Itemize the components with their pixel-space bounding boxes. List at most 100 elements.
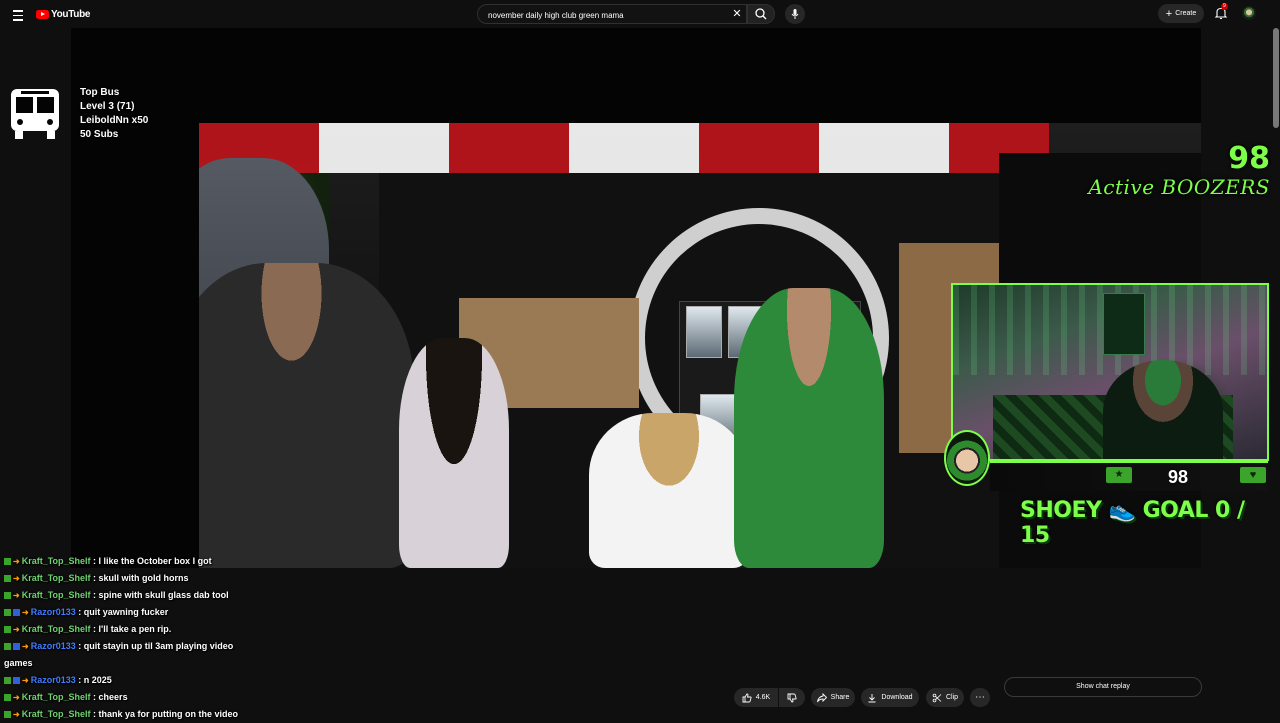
chat-text: skull with gold horns bbox=[98, 573, 189, 583]
webcam-counter-bar: ★ 98 ♥ bbox=[990, 461, 1268, 491]
streamer bbox=[1103, 360, 1223, 459]
top-bus-overlay: Top Bus Level 3 (71) LeiboldNn x50 50 Su… bbox=[7, 84, 182, 144]
chat-text: quit yawning fucker bbox=[83, 607, 169, 617]
kick-badge-icon bbox=[4, 575, 11, 582]
chat-text: spine with skull glass dab tool bbox=[98, 590, 229, 600]
clip-button[interactable]: Clip bbox=[926, 688, 964, 707]
download-button[interactable]: Download bbox=[861, 688, 919, 707]
chat-username: Kraft_Top_Shelf bbox=[21, 692, 91, 702]
like-button[interactable]: 4.6K bbox=[734, 688, 778, 707]
person-girl bbox=[399, 338, 509, 568]
chat-message: ➜ Kraft_Top_Shelf : spine with skull glas… bbox=[0, 587, 262, 604]
chat-username: Kraft_Top_Shelf bbox=[21, 624, 91, 634]
chat-username: Razor0133 bbox=[30, 641, 76, 651]
scissors-icon bbox=[932, 693, 942, 702]
download-label: Download bbox=[881, 694, 913, 701]
arrow-badge-icon: ➜ bbox=[13, 574, 20, 583]
create-label: Create bbox=[1175, 10, 1197, 17]
person-green-shirt bbox=[734, 288, 884, 568]
youtube-wordmark: YouTube bbox=[51, 8, 91, 20]
chat-message: ➜ Razor0133 : quit stayin up til 3am play… bbox=[4, 641, 234, 668]
chat-text: n 2025 bbox=[83, 675, 112, 685]
star-icon: ★ bbox=[1106, 467, 1132, 483]
arrow-badge-icon: ➜ bbox=[13, 710, 20, 719]
youtube-play-icon bbox=[36, 9, 49, 19]
sub-badge-icon bbox=[13, 677, 20, 684]
thumbs-up-icon bbox=[742, 693, 752, 702]
top-bus-title: Top Bus bbox=[80, 87, 120, 98]
share-icon bbox=[816, 692, 827, 702]
search-input[interactable] bbox=[486, 7, 730, 23]
menu-icon[interactable] bbox=[10, 6, 26, 22]
chat-message: ➜ Kraft_Top_Shelf : I like the October bo… bbox=[0, 553, 262, 570]
chat-username: Razor0133 bbox=[30, 675, 76, 685]
chat-username: Kraft_Top_Shelf bbox=[21, 590, 91, 600]
arrow-badge-icon: ➜ bbox=[13, 557, 20, 566]
more-actions-button[interactable]: ⋯ bbox=[970, 688, 990, 707]
kick-badge-icon bbox=[4, 677, 11, 684]
person-blonde bbox=[589, 413, 749, 568]
top-bus-subs: 50 Subs bbox=[80, 129, 119, 140]
shoey-goal: SHOEY 👟 GOAL 0 / 15 bbox=[1020, 498, 1245, 548]
dislike-button[interactable] bbox=[779, 688, 805, 707]
search-box: ✕ bbox=[477, 4, 747, 24]
chat-text: I like the October box I got bbox=[98, 556, 212, 566]
create-button[interactable]: + Create bbox=[1158, 4, 1204, 23]
tent-canopy bbox=[199, 123, 1049, 173]
share-button[interactable]: Share bbox=[811, 688, 855, 707]
search-icon bbox=[755, 8, 767, 20]
person-black-shirt bbox=[199, 263, 414, 568]
kick-badge-icon bbox=[4, 711, 11, 718]
chat-message: ➜ Kraft_Top_Shelf : thank ya for putting … bbox=[0, 706, 262, 723]
chat-text: thank ya for putting on the video bbox=[98, 709, 239, 719]
kick-badge-icon bbox=[4, 609, 11, 616]
bus-icon bbox=[11, 89, 59, 139]
voice-search-button[interactable] bbox=[785, 4, 805, 24]
active-label: Active BOOZERS bbox=[1088, 175, 1270, 199]
chat-message: ➜ Kraft_Top_Shelf : I'll take a pen rip. bbox=[0, 621, 262, 638]
search-button[interactable] bbox=[747, 4, 775, 24]
youtube-logo[interactable]: YouTube bbox=[36, 7, 91, 21]
top-bus-text: Top Bus Level 3 (71) LeiboldNn x50 50 Su… bbox=[80, 86, 148, 142]
more-icon: ⋯ bbox=[975, 691, 985, 703]
chat-username: Kraft_Top_Shelf bbox=[21, 556, 91, 566]
sub-badge-icon bbox=[13, 609, 20, 616]
youtube-header: YouTube ✕ + Create 9 bbox=[0, 0, 1280, 28]
like-count: 4.6K bbox=[755, 694, 771, 701]
chat-message: ➜ Kraft_Top_Shelf : skull with gold horns bbox=[0, 570, 262, 587]
kick-badge-icon bbox=[4, 694, 11, 701]
wall-jersey bbox=[1103, 293, 1145, 355]
notification-badge: 9 bbox=[1221, 3, 1228, 10]
clip-label: Clip bbox=[945, 694, 959, 701]
notifications-button[interactable]: 9 bbox=[1213, 3, 1229, 21]
download-icon bbox=[868, 693, 876, 702]
sub-badge-icon bbox=[13, 643, 20, 650]
chat-username: Kraft_Top_Shelf bbox=[21, 573, 91, 583]
arrow-badge-icon: ➜ bbox=[22, 676, 29, 685]
chat-username: Razor0133 bbox=[30, 607, 76, 617]
page-scrollbar[interactable] bbox=[1273, 28, 1279, 128]
arrow-badge-icon: ➜ bbox=[22, 608, 29, 617]
chat-username: Kraft_Top_Shelf bbox=[21, 709, 91, 719]
chat-overlay: ➜ Kraft_Top_Shelf : I like the October bo… bbox=[0, 553, 262, 723]
microphone-icon bbox=[791, 9, 799, 19]
chat-text: cheers bbox=[98, 692, 128, 702]
heart-icon: ♥ bbox=[1240, 467, 1266, 483]
kick-badge-icon bbox=[4, 558, 11, 565]
kick-badge-icon bbox=[4, 643, 11, 650]
share-label: Share bbox=[830, 694, 850, 701]
kick-badge-icon bbox=[4, 626, 11, 633]
plus-icon: + bbox=[1165, 7, 1173, 20]
account-avatar[interactable] bbox=[1242, 6, 1256, 20]
chat-message: ➜ Razor0133 : quit yawning fucker bbox=[0, 604, 262, 621]
thumbs-down-icon bbox=[787, 693, 797, 702]
show-chat-replay-button[interactable]: Show chat replay bbox=[1004, 677, 1202, 697]
kick-badge-icon bbox=[4, 592, 11, 599]
chat-text: I'll take a pen rip. bbox=[98, 624, 172, 634]
arrow-badge-icon: ➜ bbox=[22, 642, 29, 651]
top-bus-level: Level 3 (71) bbox=[80, 101, 135, 112]
clear-search-icon[interactable]: ✕ bbox=[730, 7, 744, 21]
active-boozers-counter: 98 Active BOOZERS bbox=[1088, 143, 1270, 200]
streamer-webcam bbox=[951, 283, 1269, 461]
chat-message: ➜ Kraft_Top_Shelf : cheers bbox=[0, 689, 262, 706]
